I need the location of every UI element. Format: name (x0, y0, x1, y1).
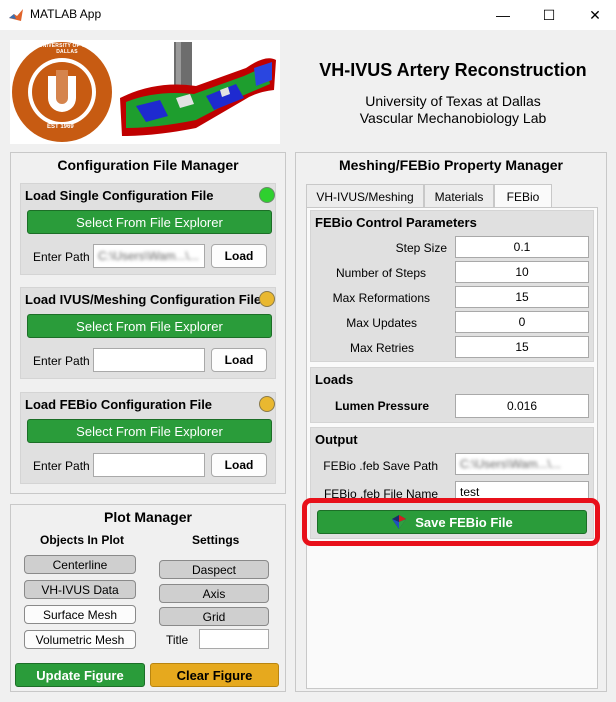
path-input[interactable]: C:\Users\Wam...\... (93, 244, 205, 268)
status-lamp (259, 396, 275, 412)
maximize-button[interactable]: ☐ (526, 0, 572, 30)
select-file-button[interactable]: Select From File Explorer (27, 314, 272, 338)
toggle-surface-mesh[interactable]: Surface Mesh (24, 605, 136, 624)
load-button[interactable]: Load (211, 348, 267, 372)
path-value: C:\Users\Wam...\... (98, 249, 199, 263)
loads-section-title: Loads (315, 372, 354, 387)
toggle-volumetric-mesh[interactable]: Volumetric Mesh (24, 630, 136, 649)
enter-path-label: Enter Path (33, 459, 90, 473)
plot-title-label: Title (166, 633, 189, 647)
plot-panel-title: Plot Manager (104, 509, 192, 525)
app-subtitle-line2: Vascular Mechanobiology Lab (359, 110, 547, 126)
lumen-pressure-label: Lumen Pressure (334, 399, 429, 413)
output-section-title: Output (315, 432, 358, 447)
toggle-axis[interactable]: Axis (159, 584, 269, 603)
plot-title-input[interactable] (199, 629, 269, 649)
load-button[interactable]: Load (211, 453, 267, 477)
loads-section: Loads Lumen Pressure 0.016 (310, 367, 594, 423)
toggle-vh-ivus-data[interactable]: VH-IVUS Data (24, 580, 136, 599)
toggle-grid[interactable]: Grid (159, 607, 269, 626)
tab-materials[interactable]: Materials (424, 184, 494, 208)
app-title: VH-IVUS Artery Reconstruction (319, 60, 587, 80)
config-panel-title: Configuration File Manager (57, 157, 239, 173)
max-retries-label: Max Retries (349, 341, 414, 355)
febio-config-section: Load FEBio Configuration File Select Fro… (20, 392, 276, 484)
save-febio-file-label: Save FEBio File (415, 514, 513, 530)
save-path-value: C:\Users\Wam...\... (460, 457, 561, 471)
ivus-config-section: Load IVUS/Meshing Configuration File Sel… (20, 287, 276, 379)
objects-header: Objects In Plot (40, 533, 125, 547)
logo-ring-text: THE UNIVERSITY OF TEXAS AT DALLAS (26, 43, 108, 55)
select-file-button[interactable]: Select From File Explorer (27, 419, 272, 443)
control-section-title: FEBio Control Parameters (315, 215, 477, 230)
close-button[interactable]: ✕ (572, 0, 616, 30)
max-reformations-label: Max Reformations (332, 291, 430, 305)
max-retries-input[interactable]: 15 (455, 336, 589, 358)
artery-render-image (120, 42, 276, 137)
matlab-icon (9, 9, 23, 21)
minimize-button[interactable]: — (480, 0, 526, 30)
path-input[interactable] (93, 453, 205, 477)
save-febio-file-button[interactable]: Save FEBio File (317, 510, 587, 534)
max-updates-input[interactable]: 0 (455, 311, 589, 333)
toggle-centerline[interactable]: Centerline (24, 555, 136, 574)
single-config-title: Load Single Configuration File (25, 188, 214, 203)
febio-logo-icon (392, 515, 407, 529)
logo-est-text: EST 1969 (47, 124, 74, 130)
update-figure-button[interactable]: Update Figure (15, 663, 145, 687)
enter-path-label: Enter Path (33, 250, 90, 264)
step-size-label: Step Size (395, 241, 447, 255)
meshing-panel-title: Meshing/FEBio Property Manager (338, 157, 564, 173)
clear-figure-button[interactable]: Clear Figure (150, 663, 279, 687)
load-button[interactable]: Load (211, 244, 267, 268)
num-steps-input[interactable]: 10 (455, 261, 589, 283)
num-steps-label: Number of Steps (335, 266, 426, 280)
settings-header: Settings (192, 533, 240, 547)
app-subtitle-line1: University of Texas at Dallas (365, 93, 541, 109)
path-input[interactable] (93, 348, 205, 372)
step-size-input[interactable]: 0.1 (455, 236, 589, 258)
save-path-input[interactable]: C:\Users\Wam...\... (455, 453, 589, 475)
febio-config-title: Load FEBio Configuration File (25, 397, 213, 412)
max-reformations-input[interactable]: 15 (455, 286, 589, 308)
header-image: EST 1969 THE UNIVERSITY OF TEXAS AT DALL… (10, 40, 280, 144)
status-lamp (259, 187, 275, 203)
max-updates-label: Max Updates (346, 316, 417, 330)
tab-vh-ivus-meshing[interactable]: VH-IVUS/Meshing (306, 184, 424, 208)
toggle-daspect[interactable]: Daspect (159, 560, 269, 579)
save-path-label: FEBio .feb Save Path (323, 459, 438, 473)
status-lamp (259, 291, 275, 307)
enter-path-label: Enter Path (33, 354, 90, 368)
window-title: MATLAB App (30, 7, 102, 21)
febio-control-section: FEBio Control Parameters Step Size 0.1 N… (310, 210, 594, 362)
select-file-button[interactable]: Select From File Explorer (27, 210, 272, 234)
single-config-section: Load Single Configuration File Select Fr… (20, 183, 276, 275)
lumen-pressure-input[interactable]: 0.016 (455, 394, 589, 418)
tab-febio[interactable]: FEBio (494, 184, 552, 208)
window-titlebar: MATLAB App — ☐ ✕ (0, 0, 616, 30)
ivus-config-title: Load IVUS/Meshing Configuration File (25, 292, 262, 307)
